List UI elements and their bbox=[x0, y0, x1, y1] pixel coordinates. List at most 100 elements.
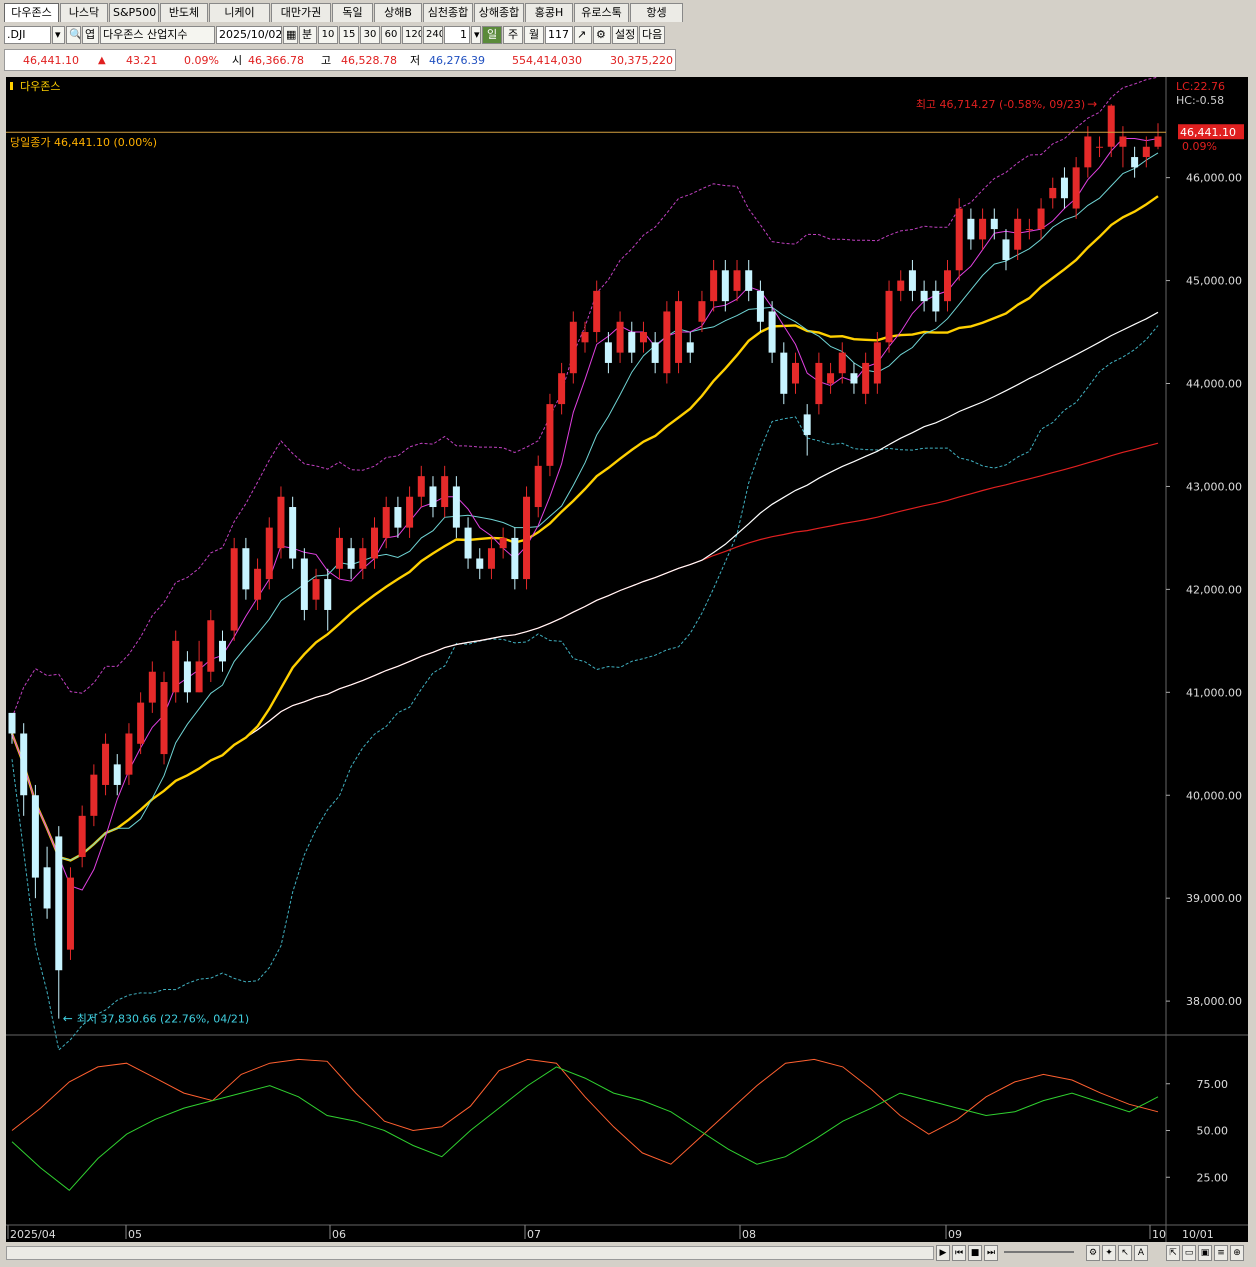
next-button[interactable]: 다음 bbox=[639, 26, 665, 44]
candle-body bbox=[66, 877, 74, 950]
minute-option-120[interactable]: 120 bbox=[402, 26, 422, 44]
high-label: 고 bbox=[321, 54, 332, 67]
slow-d-line bbox=[11, 1066, 1159, 1191]
candle-body bbox=[43, 867, 51, 909]
tab-5[interactable]: 대만가권 bbox=[271, 3, 331, 22]
candle-body bbox=[721, 270, 729, 302]
code-toggle[interactable]: 엽 bbox=[82, 26, 99, 44]
candle-body bbox=[768, 311, 776, 353]
quote-bar: 46,441.10 ▲ 43.21 0.09% 시 46,366.78 고 46… bbox=[4, 49, 676, 71]
tab-2[interactable]: S&P500 bbox=[109, 3, 159, 22]
candle-body bbox=[569, 321, 577, 374]
horizontal-scrollbar[interactable] bbox=[6, 1246, 934, 1260]
tab-8[interactable]: 심천종합 bbox=[423, 3, 473, 22]
tab-1[interactable]: 나스닥 bbox=[60, 3, 108, 22]
candle-body bbox=[324, 579, 332, 610]
candle-body bbox=[125, 733, 133, 775]
draw-tool-icon[interactable]: ↗ bbox=[574, 26, 592, 44]
tab-12[interactable]: 항셍 bbox=[630, 3, 683, 22]
open-label: 시 bbox=[232, 54, 243, 67]
stop-icon[interactable]: ■ bbox=[968, 1245, 982, 1261]
scroll-right-icon[interactable]: ▶ bbox=[936, 1245, 950, 1261]
minute-option-10[interactable]: 10 bbox=[318, 26, 338, 44]
zoom-out-icon[interactable]: ⇱ bbox=[1166, 1245, 1180, 1261]
maximize-icon[interactable]: ⊕ bbox=[1230, 1245, 1244, 1261]
candle-body bbox=[523, 496, 531, 580]
candle-body bbox=[277, 496, 285, 549]
symbol-dropdown-icon[interactable]: ▾ bbox=[52, 26, 65, 44]
candle-body bbox=[441, 476, 449, 508]
candle-body bbox=[639, 332, 647, 343]
candle-body bbox=[651, 342, 659, 363]
period-week-label: 주 bbox=[507, 28, 519, 41]
candle-body bbox=[195, 661, 203, 693]
list-icon[interactable]: ≡ bbox=[1214, 1245, 1228, 1261]
minute-button[interactable]: 분 bbox=[299, 26, 317, 44]
fit-icon[interactable]: ▣ bbox=[1198, 1245, 1212, 1261]
chart-statusbar: ▶ ⏮ ■ ⏭ ⚙ ✦ ↖ A ⇱ ▭ ▣ ≡ ⊕ bbox=[6, 1243, 1248, 1263]
x-tick-label: 09 bbox=[948, 1228, 962, 1241]
period-day-label: 일 bbox=[486, 28, 498, 41]
candle-body bbox=[499, 537, 507, 549]
candle-body bbox=[534, 465, 542, 508]
settings-button[interactable]: 설정 bbox=[612, 26, 638, 44]
minute-option-30[interactable]: 30 bbox=[360, 26, 380, 44]
tab-11[interactable]: 유로스톡 bbox=[574, 3, 629, 22]
candle-body bbox=[137, 702, 145, 744]
tab-6[interactable]: 독일 bbox=[332, 3, 373, 22]
y-tick-label: 39,000.00 bbox=[1186, 892, 1242, 905]
x-tick-label: 06 bbox=[332, 1228, 346, 1241]
candle-body bbox=[113, 764, 121, 785]
period-day-button[interactable]: 일 bbox=[482, 26, 502, 44]
candle-body bbox=[417, 476, 425, 497]
candle-body bbox=[827, 373, 835, 384]
symbol-input[interactable]: .DJI bbox=[4, 26, 51, 44]
candle-body bbox=[207, 620, 215, 672]
tab-4[interactable]: 니케이 bbox=[209, 3, 270, 22]
gear-icon[interactable]: ⚙ bbox=[1086, 1245, 1100, 1261]
price-chart[interactable]: 46,000.00 45,000.00 44,000.00 43,000.00 42,0… bbox=[6, 77, 1248, 1242]
y-tick-label: 41,000.00 bbox=[1186, 686, 1242, 699]
tab-7[interactable]: 상해B bbox=[374, 3, 422, 22]
next-label: 다음 bbox=[642, 28, 663, 41]
osc-tick-label: 75.00 bbox=[1197, 1078, 1229, 1091]
font-size-icon[interactable]: A bbox=[1134, 1245, 1148, 1261]
tab-10[interactable]: 홍콩H bbox=[525, 3, 573, 22]
candle-body bbox=[300, 558, 308, 610]
multiplier-spinner-icon[interactable]: ▾ bbox=[471, 26, 481, 44]
first-page-icon[interactable]: ⏮ bbox=[952, 1245, 966, 1261]
count-input[interactable]: 117 bbox=[545, 26, 573, 44]
candle-body bbox=[932, 290, 940, 312]
search-icon[interactable]: 🔍 bbox=[66, 26, 81, 44]
zoom-reset-icon[interactable]: ▭ bbox=[1182, 1245, 1196, 1261]
candle-body bbox=[604, 342, 612, 363]
hc-label: HC:-0.58 bbox=[1176, 94, 1224, 107]
period-month-button[interactable]: 월 bbox=[524, 26, 544, 44]
last-page-icon[interactable]: ⏭ bbox=[984, 1245, 998, 1261]
candle-body bbox=[1107, 105, 1115, 147]
date-input[interactable]: 2025/10/02 bbox=[216, 26, 282, 44]
minute-option-240[interactable]: 240 bbox=[423, 26, 443, 44]
tab-0[interactable]: 다우존스 bbox=[4, 3, 59, 22]
calendar-icon[interactable]: ▦ bbox=[283, 26, 298, 44]
tab-9[interactable]: 상해종합 bbox=[474, 3, 524, 22]
zoom-slider[interactable] bbox=[1004, 1251, 1074, 1253]
tab-3[interactable]: 반도체 bbox=[160, 3, 208, 22]
candle-body bbox=[31, 795, 39, 878]
tools-icon[interactable]: ✦ bbox=[1102, 1245, 1116, 1261]
gear-icon[interactable]: ⚙ bbox=[593, 26, 611, 44]
minute-option-15[interactable]: 15 bbox=[339, 26, 359, 44]
high-value: 46,528.78 bbox=[341, 53, 397, 67]
open-value: 46,366.78 bbox=[248, 53, 304, 67]
candle-body bbox=[838, 352, 846, 374]
ma120-line bbox=[11, 442, 1159, 862]
candle-body bbox=[8, 712, 16, 734]
candle-body bbox=[1096, 146, 1104, 148]
candle-body bbox=[464, 527, 472, 559]
index-name: 다우존스 산업지수 bbox=[103, 28, 188, 41]
cursor-icon[interactable]: ↖ bbox=[1118, 1245, 1132, 1261]
period-week-button[interactable]: 주 bbox=[503, 26, 523, 44]
candle-body bbox=[476, 558, 484, 569]
multiplier-input[interactable]: 1 bbox=[444, 26, 470, 44]
minute-option-60[interactable]: 60 bbox=[381, 26, 401, 44]
